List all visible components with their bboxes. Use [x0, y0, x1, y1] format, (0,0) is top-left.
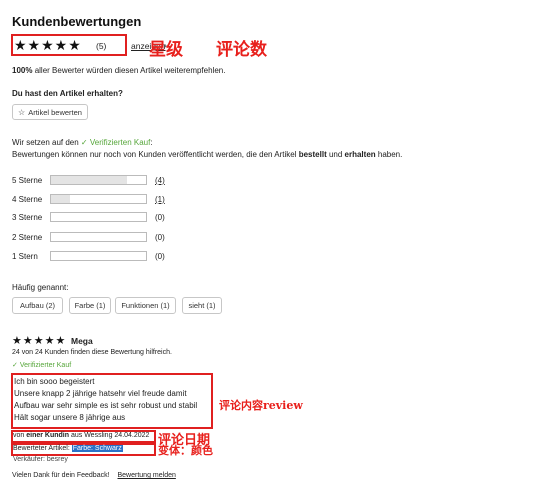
review-verified: ✓ Verifizierter Kauf: [12, 361, 71, 369]
dist-count-4[interactable]: (1): [155, 195, 165, 204]
chip-sieht[interactable]: sieht (1): [182, 297, 222, 314]
chip-farbe[interactable]: Farbe (1): [69, 297, 111, 314]
frequent-label: Häufig genannt:: [12, 283, 69, 292]
verified-note-mid: und: [326, 150, 345, 159]
feedback-thanks: Vielen Dank für dein Feedback!: [12, 472, 110, 479]
review-seller: Verkäufer: besrey: [13, 456, 68, 463]
dist-count-3: (0): [155, 213, 165, 222]
chip-aufbau[interactable]: Aufbau (2): [12, 297, 63, 314]
write-review-button[interactable]: ☆ Artikel bewerten: [12, 104, 88, 120]
dist-bar-1: [50, 251, 147, 261]
report-review-link[interactable]: Bewertung melden: [118, 472, 176, 479]
variant-value: Farbe: Schwarz: [71, 445, 123, 452]
check-icon: ✓: [80, 138, 90, 147]
verified-note-suffix: :: [150, 138, 153, 147]
dist-label-1: 1 Stern: [12, 252, 38, 261]
check-icon: ✓: [12, 362, 20, 369]
review-variant: Bewerteter Artikel: Farbe: Schwarz: [13, 445, 123, 452]
verified-note-line1: Wir setzen auf den ✓ Verifizierten Kauf:: [12, 138, 153, 147]
verified-note-end: haben.: [375, 150, 403, 159]
dist-label-3: 3 Sterne: [12, 213, 43, 222]
verified-note-bold2: erhalten: [344, 150, 376, 159]
feedback-row: Vielen Dank für dein Feedback! Bewertung…: [12, 472, 176, 479]
verified-note-line2: Bewertungen können nur noch von Kunden v…: [12, 150, 402, 159]
annotation-review-content: 评论内容review: [219, 399, 303, 412]
review-location-date: aus Wessling 24.04.2022: [69, 432, 150, 439]
review-author: einer Kundin: [26, 432, 70, 439]
review-body-line: Aufbau war sehr simple es ist sehr robus…: [14, 401, 198, 410]
verified-note-bold1: bestellt: [298, 150, 327, 159]
page-title: Kundenbewertungen: [12, 14, 142, 29]
annotation-variant: 变体：颜色: [158, 444, 213, 457]
variant-label: Bewerteter Artikel:: [13, 445, 72, 452]
review-meta-prefix: von: [13, 432, 27, 439]
review-body-line: Unsere knapp 2 jährige hatsehr viel freu…: [14, 389, 187, 398]
dist-bar-5: [50, 175, 147, 185]
star-outline-icon: ☆: [18, 107, 26, 117]
verified-purchase-link[interactable]: Verifizierten Kauf: [90, 138, 150, 147]
chip-funktionen[interactable]: Funktionen (1): [115, 297, 176, 314]
verified-note-prefix: Wir setzen auf den: [12, 138, 81, 147]
review-title: Mega: [71, 336, 93, 346]
overall-rating-stars: ★★★★★: [14, 37, 82, 53]
annotation-rating: 星级: [149, 40, 183, 60]
dist-count-2: (0): [155, 233, 165, 242]
received-question: Du hast den Artikel erhalten?: [12, 89, 123, 98]
dist-bar-fill: [51, 195, 70, 203]
dist-label-2: 2 Sterne: [12, 233, 43, 242]
recommend-percent: 100%: [12, 66, 33, 75]
dist-bar-fill: [51, 176, 127, 184]
write-review-label: Artikel bewerten: [28, 107, 82, 117]
recommend-text: aller Bewerter würden diesen Artikel wei…: [32, 66, 226, 75]
review-verified-label: Verifizierter Kauf: [19, 362, 72, 369]
review-body-line: Hält sogar unsere 8 jährige aus: [14, 413, 126, 422]
review-body-line: Ich bin sooo begeistert: [14, 377, 95, 386]
dist-bar-3: [50, 212, 147, 222]
dist-label-5: 5 Sterne: [12, 176, 43, 185]
review-stars: ★★★★★: [12, 335, 67, 347]
dist-count-1: (0): [155, 252, 165, 261]
dist-count-5[interactable]: (4): [155, 176, 165, 185]
annotation-review-count: 评论数: [216, 40, 267, 60]
verified-note-text-a: Bewertungen können nur noch von Kunden v…: [12, 150, 299, 159]
review-count: (5): [96, 41, 107, 51]
review-meta: von einer Kundin aus Wessling 24.04.2022: [13, 432, 149, 439]
dist-label-4: 4 Sterne: [12, 195, 43, 204]
recommend-line: 100% aller Bewerter würden diesen Artike…: [12, 66, 225, 75]
dist-bar-4: [50, 194, 147, 204]
dist-bar-2: [50, 232, 147, 242]
review-helpful: 24 von 24 Kunden finden diese Bewertung …: [12, 349, 172, 356]
